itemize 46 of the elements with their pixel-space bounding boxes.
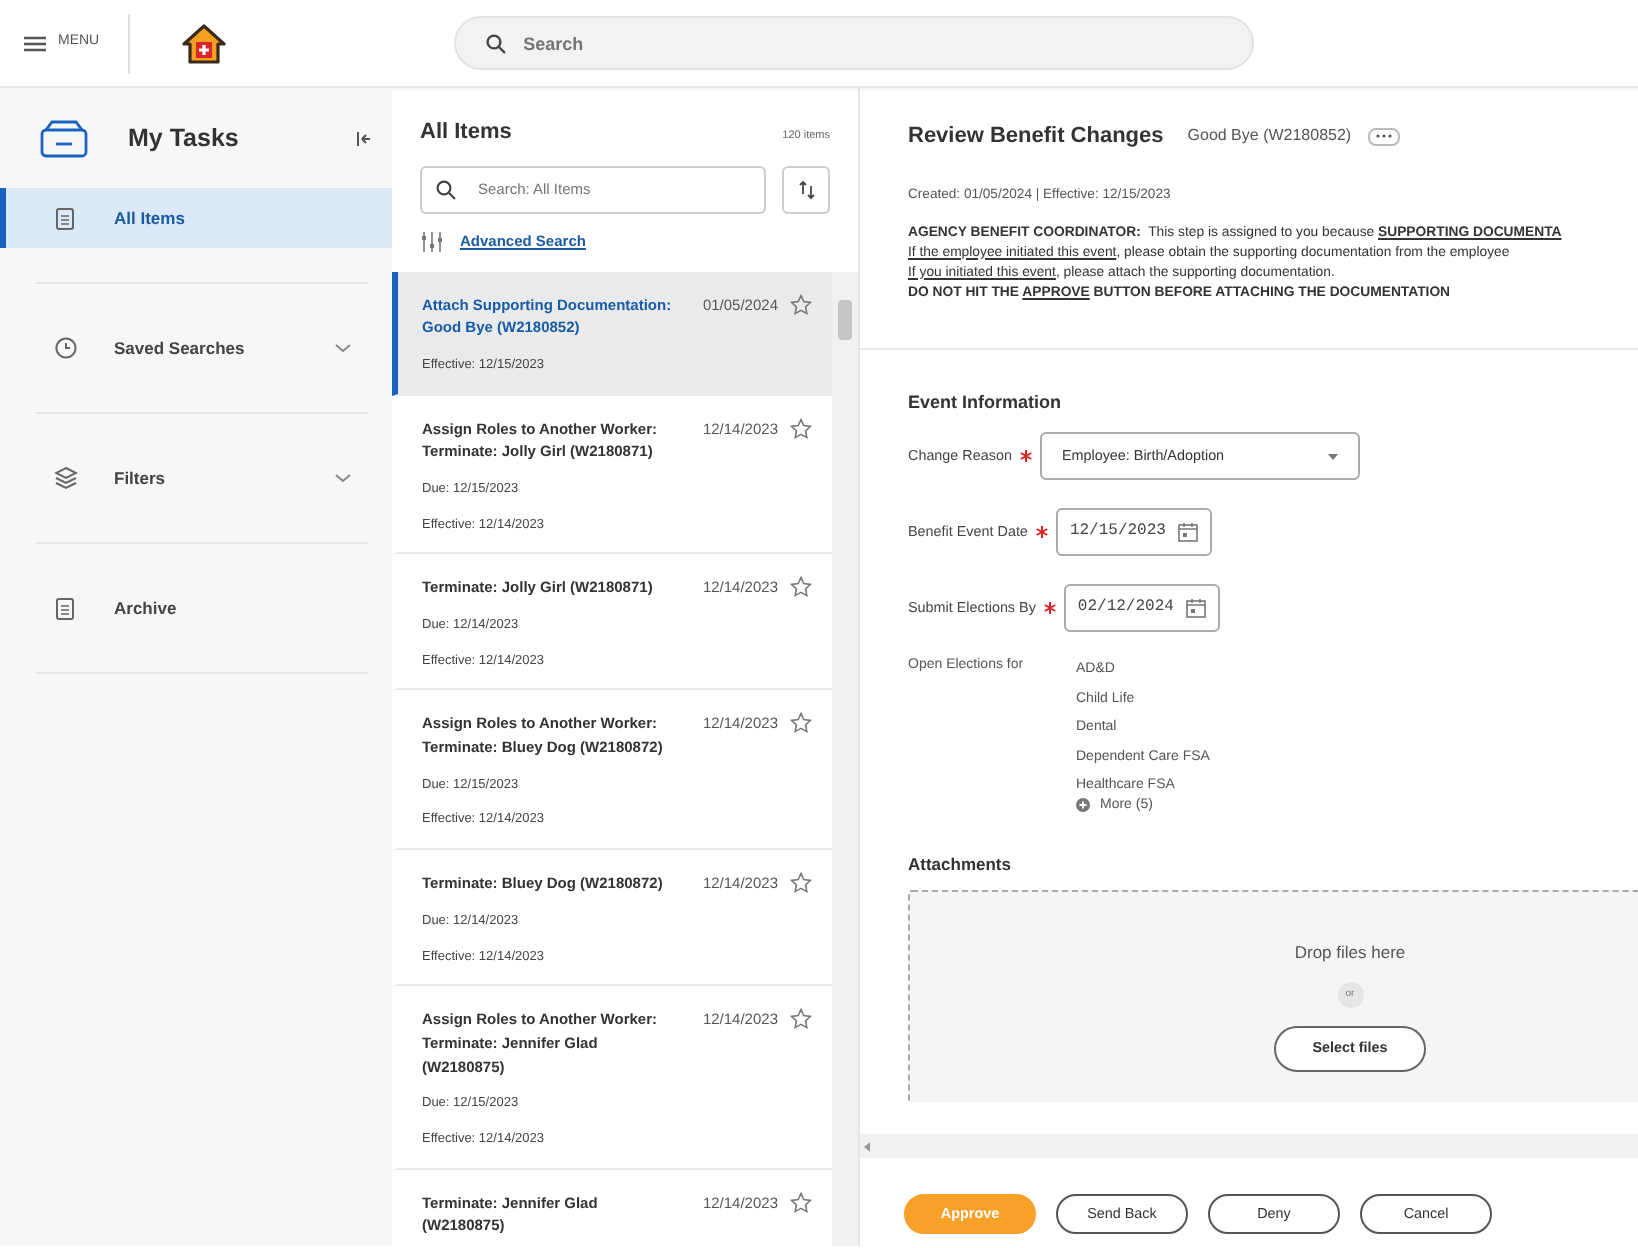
search-field[interactable]: Search xyxy=(453,16,1254,70)
scroll-left-icon xyxy=(864,1141,870,1151)
search-icon xyxy=(436,179,456,199)
section-title: Event Information xyxy=(908,389,1064,416)
clock-icon xyxy=(54,335,78,361)
date-field[interactable]: 12/15/2023 xyxy=(1055,508,1212,557)
sort-button[interactable] xyxy=(782,165,830,213)
more-options-button[interactable] xyxy=(1367,127,1400,146)
worker-name: Good Bye (W2180852) xyxy=(1187,124,1352,149)
calendar-icon xyxy=(1185,598,1206,619)
caret-icon xyxy=(1327,453,1338,460)
date-field[interactable]: 02/12/2024 xyxy=(1063,584,1220,633)
sort-icon xyxy=(797,179,815,199)
drop-text: Drop files here xyxy=(1294,939,1406,965)
star-icon xyxy=(790,417,812,439)
calendar-icon xyxy=(1177,522,1198,543)
scrollbar-thumb[interactable] xyxy=(838,299,852,339)
page-title: Review Benefit Changes xyxy=(908,122,1164,152)
sidebar-item[interactable]: All Items xyxy=(0,188,392,248)
chevron-down-icon xyxy=(334,342,352,354)
chevron-down-icon xyxy=(334,472,352,484)
sliders-icon xyxy=(420,229,444,253)
plus-circle-icon xyxy=(1076,798,1090,813)
search-icon xyxy=(485,34,506,54)
star-icon xyxy=(790,1191,812,1214)
house-logo-icon[interactable] xyxy=(181,23,226,63)
horizontal-scrollbar[interactable] xyxy=(860,1134,1638,1158)
star-icon xyxy=(790,872,812,895)
star-icon xyxy=(790,576,812,599)
ellipsis-icon xyxy=(1375,134,1392,139)
sidebar-title: My Tasks xyxy=(128,121,241,156)
list-title: All Items xyxy=(420,118,512,148)
scrollbar[interactable] xyxy=(832,271,858,1246)
section-title: Attachments xyxy=(908,852,1013,878)
clipboard-icon xyxy=(54,205,78,231)
sidebar-item[interactable]: Filters xyxy=(0,448,392,508)
layers-icon xyxy=(54,465,78,491)
star-icon xyxy=(790,1008,812,1031)
clipboard-icon xyxy=(54,595,78,621)
sidebar-item[interactable]: Saved Searches xyxy=(0,318,392,378)
menu-icon xyxy=(24,35,46,51)
inbox-tray-icon xyxy=(40,119,88,157)
star-icon xyxy=(790,293,812,315)
collapse-icon xyxy=(356,129,372,147)
sidebar-item[interactable]: Archive xyxy=(0,578,392,638)
star-icon xyxy=(790,712,812,735)
